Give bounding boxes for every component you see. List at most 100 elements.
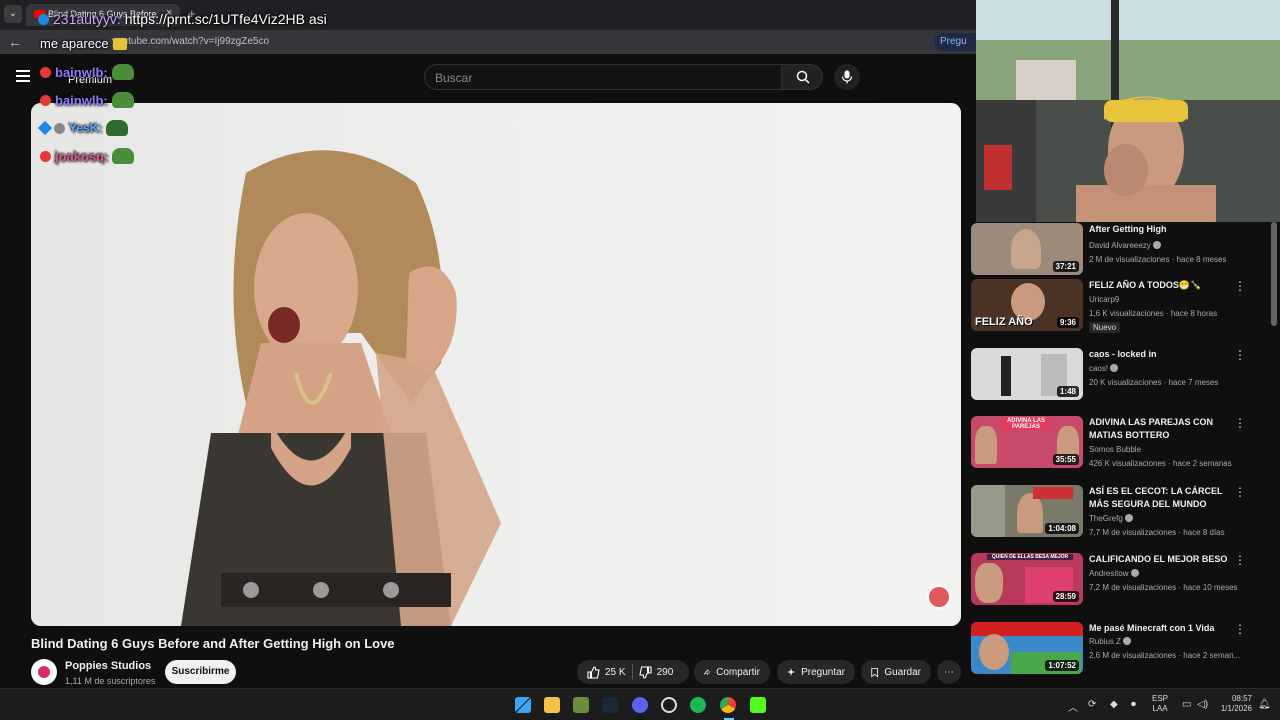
clock[interactable]: 08:57 1/1/2026 [1214,694,1252,714]
recommendation-channel[interactable]: Rubius Z [1089,637,1132,646]
pepe-emote-icon [112,148,135,164]
steam-icon[interactable] [602,697,618,713]
kick-icon[interactable] [750,697,766,713]
video-thumbnail[interactable]: 1:07:52 [971,622,1083,674]
chat-username: bainwlb: [55,92,108,108]
recommendation-item[interactable]: FELIZ AÑO 9:36 FELIZ AÑO A TODOS😁🍾 ⋮ Uri… [971,279,1271,341]
recommendation-item[interactable]: 1:07:52 Me pasé Minecraft con 1 Vida ⋮ R… [971,622,1271,684]
channel-label: TheGrefg [1089,514,1123,523]
recommendation-item[interactable]: 37:21 After Getting High David Alvareeez… [971,223,1271,285]
hamburger-menu-icon[interactable] [16,70,30,82]
video-thumbnail[interactable]: 1:04:08 [971,485,1083,537]
recommendation-channel[interactable]: David Alvareeezy [1089,241,1161,250]
dislike-button[interactable]: 290 [638,665,674,679]
voice-search-button[interactable] [834,64,860,90]
ask-gemini-chip[interactable]: Pregu [934,33,976,51]
search-icon [796,70,810,84]
recommendation-item[interactable]: 1:48 caos - locked in ⋮ caos! 20 K visua… [971,348,1271,410]
video-thumbnail[interactable]: QUIEN DE ELLAS BESA MEJOR 28:59 [971,553,1083,605]
notification-bell-icon[interactable]: 🔔︎ [1258,699,1271,710]
chat-username: bainwlb: [55,64,108,80]
recommendation-channel[interactable]: Somos Bubble [1089,445,1141,454]
spotify-icon[interactable] [690,697,706,713]
video-thumbnail[interactable]: 1:48 [971,348,1083,400]
recommendation-meta: 7,2 M de visualizaciones · hace 10 meses [1089,583,1238,592]
video-thumbnail[interactable]: 37:21 [971,223,1083,275]
keyboard-layout: LAA [1152,704,1168,713]
video-record-indicator [929,587,949,607]
new-badge: Nuevo [1089,322,1121,333]
duration-badge: 28:59 [1052,591,1079,602]
save-label: Guardar [884,666,921,678]
save-button[interactable]: Guardar [861,660,931,684]
recommendation-meta: 1,6 K visualizaciones · hace 8 horas [1089,309,1218,318]
recommendation-title[interactable]: caos - locked in [1089,348,1237,361]
duration-badge: 9:36 [1056,317,1079,328]
recommendation-channel[interactable]: Andresitow [1089,569,1139,578]
tray-app-icon[interactable]: ⟳ [1088,699,1096,710]
volume-icon[interactable]: ◁) [1197,699,1208,710]
recommendation-channel[interactable]: TheGrefg [1089,514,1133,523]
recommendation-title[interactable]: ASÍ ES EL CECOT: LA CÁRCEL MÁS SEGURA DE… [1089,485,1237,511]
recommendation-channel[interactable]: Uricarp9 [1089,295,1119,304]
badge-icon [40,94,51,106]
chat-line: me aparece [40,36,127,51]
chat-line: bainwlb: [40,92,134,108]
windows-start-icon[interactable] [515,697,531,713]
discord-icon[interactable] [632,697,648,713]
language-indicator[interactable]: ESP LAA [1152,694,1168,714]
recommendation-item[interactable]: QUIEN DE ELLAS BESA MEJOR 28:59 CALIFICA… [971,553,1271,615]
tray-microphone-icon[interactable]: ⏺ [1131,699,1136,710]
more-vert-icon[interactable]: ⋮ [1234,348,1246,362]
chat-line: joakosq: [40,148,135,164]
video-thumbnail[interactable]: ADIVINA LAS PAREJAS 35:55 [971,416,1083,468]
like-button[interactable]: 25 K [587,665,626,679]
sparkle-icon [787,667,796,677]
network-icon[interactable]: ▭ [1182,699,1191,710]
back-arrow-icon[interactable]: ← [8,34,22,50]
more-vert-icon[interactable]: ⋮ [1234,279,1246,293]
file-explorer-icon[interactable] [544,697,560,713]
recommendation-item[interactable]: 1:04:08 ASÍ ES EL CECOT: LA CÁRCEL MÁS S… [971,485,1271,547]
duration-badge: 35:55 [1052,454,1079,465]
chrome-icon[interactable] [720,697,736,713]
obs-icon[interactable] [661,697,677,713]
tray-chevron-icon[interactable]: ︿ [1068,699,1078,714]
dislike-count: 290 [656,666,674,678]
like-dislike-group: 25 K 290 [577,660,689,684]
minecraft-icon[interactable] [573,697,589,713]
more-vert-icon[interactable]: ⋮ [1234,485,1246,499]
tab-search-button[interactable]: ⌄ [4,5,22,23]
verified-icon [1110,364,1119,372]
more-actions-button[interactable]: ⋯ [937,660,961,684]
video-player[interactable] [31,103,961,626]
more-vert-icon[interactable]: ⋮ [1234,553,1246,567]
pepe-emote-icon [106,120,129,136]
search-input[interactable]: Buscar [424,64,782,90]
recommendation-channel[interactable]: caos! [1089,364,1119,373]
share-button[interactable]: Compartir [694,660,770,684]
recommendation-item[interactable]: ADIVINA LAS PAREJAS 35:55 ADIVINA LAS PA… [971,416,1271,478]
emote-icon [112,37,127,50]
more-vert-icon[interactable]: ⋮ [1234,622,1246,636]
recommendation-title[interactable]: After Getting High [1089,223,1237,236]
stream-chat-overlay: 231autyyv: https://prnt.sc/1UTfe4Viz2HB … [30,0,390,180]
recommendation-title[interactable]: Me pasé Minecraft con 1 Vida [1089,622,1237,635]
verified-icon [1130,569,1139,577]
recommendation-title[interactable]: ADIVINA LAS PAREJAS CON MATIAS BOTTERO [1089,416,1237,442]
thumbs-up-icon [587,665,600,679]
recommendation-title[interactable]: FELIZ AÑO A TODOS😁🍾 [1089,279,1237,292]
video-thumbnail[interactable]: FELIZ AÑO 9:36 [971,279,1083,331]
sidebar-scrollbar[interactable] [1271,222,1277,326]
recommendation-title[interactable]: CALIFICANDO EL MEJOR BESO [1089,553,1237,566]
clock-time: 08:57 [1231,694,1252,703]
tray-shield-icon[interactable]: ◆ [1110,699,1118,710]
share-icon [704,669,710,675]
channel-name[interactable]: Poppies Studios [65,660,151,672]
thumbnail-text: QUIEN DE ELLAS BESA MEJOR [987,554,1073,560]
subscribe-button[interactable]: Suscribirme [165,660,236,684]
ask-button[interactable]: Preguntar [777,660,855,684]
more-vert-icon[interactable]: ⋮ [1234,416,1246,430]
channel-avatar[interactable] [31,659,57,685]
search-button[interactable] [781,64,823,90]
